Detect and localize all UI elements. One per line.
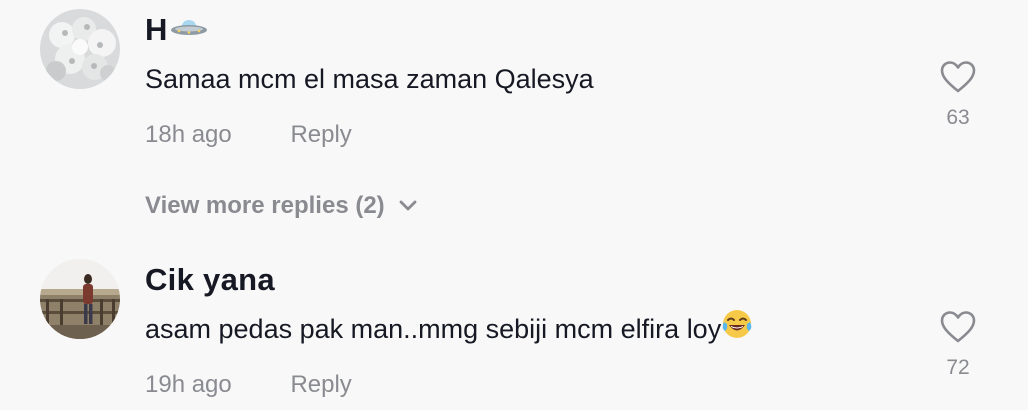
heart-outline-icon: [940, 311, 976, 343]
reply-button[interactable]: Reply: [290, 121, 351, 148]
chevron-down-icon: [399, 191, 417, 219]
comment-meta: 18h ago Reply: [145, 121, 352, 149]
avatar[interactable]: [40, 259, 120, 339]
avatar[interactable]: [40, 9, 120, 89]
username-text: H: [145, 12, 168, 47]
like-button[interactable]: 63: [932, 60, 984, 130]
comment-text: Samaa mcm el masa zaman Qalesya: [145, 64, 594, 94]
reply-button[interactable]: Reply: [290, 371, 351, 398]
comment-meta: 19h ago Reply: [145, 371, 352, 399]
comment-text: asam pedas pak man..mmg sebiji mcm elfir…: [145, 310, 753, 347]
ufo-icon: [170, 9, 208, 45]
heart-outline-icon: [940, 61, 976, 93]
comment-username[interactable]: H: [145, 12, 208, 48]
view-more-label: View more replies (2): [145, 192, 385, 219]
avatar-image: [40, 259, 120, 339]
like-count: 63: [946, 106, 970, 129]
like-button[interactable]: 72: [932, 310, 984, 380]
comment-username[interactable]: Cik yana: [145, 262, 275, 298]
comment-timestamp: 18h ago: [145, 121, 232, 148]
like-count: 72: [946, 356, 970, 379]
view-more-replies-button[interactable]: View more replies (2): [145, 192, 417, 220]
username-text: Cik yana: [145, 262, 275, 297]
avatar-image: [40, 9, 120, 89]
tears-of-joy-emoji: [721, 308, 753, 347]
comment-text-content: asam pedas pak man..mmg sebiji mcm elfir…: [145, 314, 722, 344]
comment-timestamp: 19h ago: [145, 371, 232, 398]
